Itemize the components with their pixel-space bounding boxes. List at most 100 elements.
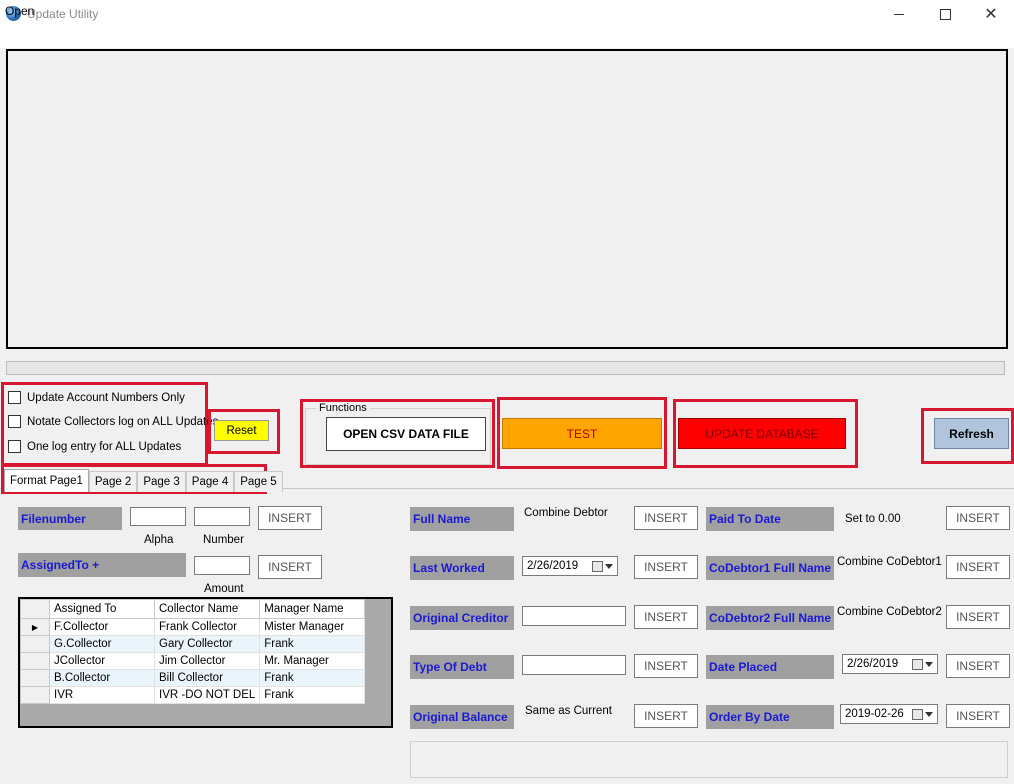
- table-row[interactable]: ▶ F.Collector Frank Collector Mister Man…: [20, 618, 366, 636]
- table-cell[interactable]: Frank: [259, 669, 366, 687]
- type-of-debt-label: Type Of Debt: [410, 655, 514, 679]
- tab-page-3[interactable]: Page 3: [137, 471, 186, 492]
- close-icon: ✕: [984, 6, 998, 23]
- row-pointer-icon: ▶: [20, 618, 50, 636]
- calendar-icon: [912, 708, 923, 720]
- row-header[interactable]: [20, 652, 50, 670]
- table-row[interactable]: G.Collector Gary Collector Frank: [20, 635, 366, 653]
- date-value: 2/26/2019: [847, 658, 899, 670]
- original-creditor-input[interactable]: [522, 606, 626, 626]
- insert-order-by-date-button[interactable]: INSERT: [946, 704, 1010, 728]
- option-update-account-numbers[interactable]: Update Account Numbers Only: [8, 391, 185, 404]
- filenumber-label: Filenumber: [18, 507, 122, 530]
- codebtor2-label: CoDebtor2 Full Name: [706, 606, 834, 630]
- tab-page-2[interactable]: Page 2: [88, 471, 138, 492]
- tab-page-5[interactable]: Page 5: [234, 471, 283, 492]
- paid-to-date-value: Set to 0.00: [845, 513, 901, 525]
- codebtor1-label: CoDebtor1 Full Name: [706, 556, 834, 580]
- table-cell[interactable]: JCollector: [49, 652, 155, 670]
- paid-to-date-label: Paid To Date: [706, 507, 834, 531]
- output-area[interactable]: [6, 49, 1008, 349]
- table-cell[interactable]: IVR -DO NOT DEL: [153, 686, 261, 704]
- codebtor2-value: Combine CoDebtor2: [837, 606, 942, 618]
- table-cell[interactable]: B.Collector: [49, 669, 155, 687]
- table-cell[interactable]: Bill Collector: [153, 669, 261, 687]
- option-label: Update Account Numbers Only: [27, 391, 185, 404]
- order-by-date-label: Order By Date: [706, 705, 834, 729]
- collector-grid[interactable]: Assigned To Collector Name Manager Name …: [18, 597, 393, 728]
- tab-strip: Format Page1 Page 2 Page 3 Page 4 Page 5: [4, 469, 283, 492]
- progress-bar: [6, 361, 1005, 375]
- menu-bar: [0, 28, 1014, 48]
- insert-last-worked-button[interactable]: INSERT: [634, 555, 698, 579]
- option-notate-collectors-log[interactable]: Notate Collectors log on ALL Updates: [8, 415, 218, 428]
- order-by-date-picker[interactable]: 2019-02-26: [840, 704, 938, 724]
- window-title: Update Utility: [27, 7, 99, 21]
- insert-paid-to-date-button[interactable]: INSERT: [946, 506, 1010, 530]
- update-database-button[interactable]: UPDATE DATABASE: [678, 418, 846, 449]
- table-cell[interactable]: IVR: [49, 686, 155, 704]
- test-button[interactable]: TEST: [502, 418, 662, 449]
- dropdown-toggle[interactable]: [592, 560, 613, 572]
- number-input[interactable]: [194, 507, 250, 526]
- minimize-icon: [894, 13, 904, 15]
- checkbox[interactable]: [8, 415, 21, 428]
- insert-codebtor2-button[interactable]: INSERT: [946, 605, 1010, 629]
- option-one-log-entry[interactable]: One log entry for ALL Updates: [8, 440, 181, 453]
- table-row[interactable]: IVR IVR -DO NOT DEL Frank: [20, 686, 366, 704]
- dropdown-toggle[interactable]: [912, 658, 933, 670]
- table-cell[interactable]: Frank: [259, 635, 366, 653]
- table-cell[interactable]: Jim Collector: [153, 652, 261, 670]
- last-worked-label: Last Worked: [410, 556, 514, 580]
- table-cell[interactable]: Frank Collector: [153, 618, 261, 636]
- type-of-debt-input[interactable]: [522, 655, 626, 675]
- insert-date-placed-button[interactable]: INSERT: [946, 654, 1010, 678]
- row-header[interactable]: [20, 669, 50, 687]
- close-button[interactable]: ✕: [968, 0, 1014, 28]
- open-csv-button[interactable]: OPEN CSV DATA FILE: [326, 417, 486, 451]
- status-panel: [410, 741, 1008, 778]
- full-name-label: Full Name: [410, 507, 514, 531]
- alpha-input[interactable]: [130, 507, 186, 526]
- column-header[interactable]: Assigned To: [49, 599, 155, 619]
- insert-assignedto-button[interactable]: INSERT: [258, 555, 322, 579]
- menu-open[interactable]: Open: [5, 4, 34, 18]
- date-placed-picker[interactable]: 2/26/2019: [842, 654, 938, 674]
- reset-button[interactable]: Reset: [214, 420, 269, 441]
- insert-type-of-debt-button[interactable]: INSERT: [634, 654, 698, 678]
- checkbox[interactable]: [8, 440, 21, 453]
- tab-format-page1[interactable]: Format Page1: [4, 469, 89, 492]
- calendar-icon: [592, 560, 603, 572]
- minimize-button[interactable]: [876, 0, 922, 28]
- insert-full-name-button[interactable]: INSERT: [634, 506, 698, 530]
- maximize-button[interactable]: [922, 0, 968, 28]
- last-worked-date-picker[interactable]: 2/26/2019: [522, 556, 618, 576]
- chevron-down-icon: [925, 711, 933, 717]
- table-cell[interactable]: Gary Collector: [153, 635, 261, 653]
- row-header-corner: [20, 599, 50, 619]
- assignedto-label: AssignedTo +: [18, 553, 186, 577]
- table-row[interactable]: JCollector Jim Collector Mr. Manager: [20, 652, 366, 670]
- insert-codebtor1-button[interactable]: INSERT: [946, 555, 1010, 579]
- original-balance-label: Original Balance: [410, 705, 514, 729]
- table-cell[interactable]: Mister Manager: [259, 618, 366, 636]
- table-cell[interactable]: F.Collector: [49, 618, 155, 636]
- column-header[interactable]: Manager Name: [259, 599, 366, 619]
- original-creditor-label: Original Creditor: [410, 606, 514, 630]
- insert-filenumber-button[interactable]: INSERT: [258, 506, 322, 530]
- tab-page-4[interactable]: Page 4: [185, 471, 235, 492]
- insert-original-creditor-button[interactable]: INSERT: [634, 605, 698, 629]
- table-cell[interactable]: Frank: [259, 686, 366, 704]
- table-row[interactable]: B.Collector Bill Collector Frank: [20, 669, 366, 687]
- row-header[interactable]: [20, 686, 50, 704]
- column-header[interactable]: Collector Name: [153, 599, 261, 619]
- dropdown-toggle[interactable]: [912, 708, 933, 720]
- insert-original-balance-button[interactable]: INSERT: [634, 704, 698, 728]
- table-cell[interactable]: G.Collector: [49, 635, 155, 653]
- row-header[interactable]: [20, 635, 50, 653]
- amount-input[interactable]: [194, 556, 250, 575]
- table-cell[interactable]: Mr. Manager: [259, 652, 366, 670]
- maximize-icon: [939, 8, 951, 20]
- refresh-button[interactable]: Refresh: [934, 418, 1009, 449]
- checkbox[interactable]: [8, 391, 21, 404]
